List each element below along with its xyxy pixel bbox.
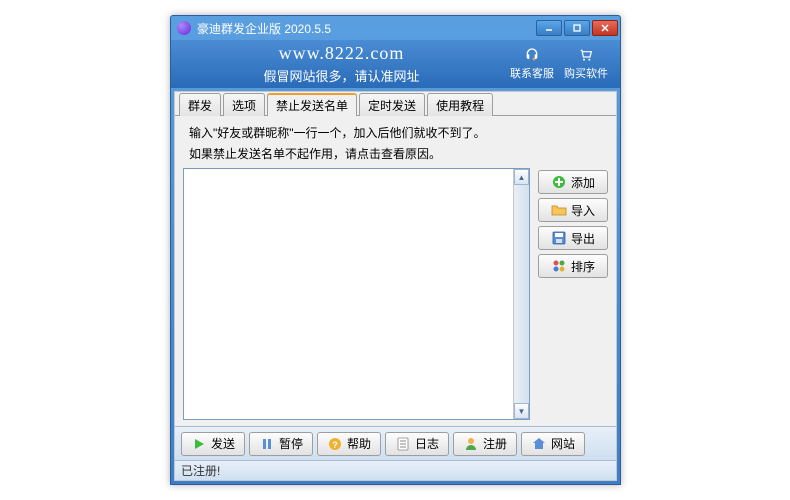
- website-button[interactable]: 网站: [521, 432, 585, 456]
- window-title: 豪迪群发企业版 2020.5.5: [197, 20, 536, 37]
- mid-row: ▲ ▼ 添加: [183, 168, 608, 420]
- header-banner: www.8222.com 假冒网站很多，请认准网址 联系客服 购买软件: [171, 40, 620, 88]
- tab-content: 输入"好友或群昵称"一行一个，加入后他们就收不到了。 如果禁止发送名单不起作用，…: [175, 116, 616, 426]
- sort-icon: [551, 258, 567, 274]
- tab-bar: 群发 选项 禁止发送名单 定时发送 使用教程: [175, 92, 616, 116]
- window-controls: [536, 20, 618, 36]
- titlebar[interactable]: 豪迪群发企业版 2020.5.5: [171, 16, 620, 40]
- minimize-button[interactable]: [536, 20, 562, 36]
- tab-schedule[interactable]: 定时发送: [359, 93, 425, 116]
- pause-icon: [259, 436, 275, 452]
- contact-support-label: 联系客服: [510, 65, 554, 81]
- pause-button[interactable]: 暂停: [249, 432, 313, 456]
- scroll-down-button[interactable]: ▼: [514, 403, 529, 419]
- scroll-track[interactable]: [514, 185, 529, 403]
- register-button[interactable]: 注册: [453, 432, 517, 456]
- headset-icon: [524, 47, 540, 63]
- brand-block: www.8222.com 假冒网站很多，请认准网址: [183, 43, 500, 85]
- play-icon: [191, 436, 207, 452]
- instruction-line-2: 如果禁止发送名单不起作用，请点击查看原因。: [189, 147, 608, 162]
- maximize-button[interactable]: [564, 20, 590, 36]
- app-icon: [177, 21, 191, 35]
- client-area: 群发 选项 禁止发送名单 定时发送 使用教程 输入"好友或群昵称"一行一个，加入…: [174, 91, 617, 481]
- tab-send[interactable]: 群发: [179, 93, 221, 116]
- buy-software-label: 购买软件: [564, 65, 608, 81]
- sort-button-label: 排序: [571, 258, 595, 275]
- add-button[interactable]: 添加: [538, 170, 608, 194]
- brand-tagline: 假冒网站很多，请认准网址: [183, 66, 500, 85]
- contact-support-button[interactable]: 联系客服: [510, 47, 554, 81]
- add-icon: [551, 174, 567, 190]
- pause-button-label: 暂停: [279, 435, 303, 452]
- tab-options[interactable]: 选项: [223, 93, 265, 116]
- help-button[interactable]: ? 帮助: [317, 432, 381, 456]
- home-icon: [531, 436, 547, 452]
- send-button-label: 发送: [211, 435, 235, 452]
- scroll-up-button[interactable]: ▲: [514, 169, 529, 185]
- folder-open-icon: [551, 202, 567, 218]
- cart-icon: [578, 47, 594, 63]
- textarea-scrollbar[interactable]: ▲ ▼: [513, 169, 529, 419]
- add-button-label: 添加: [571, 174, 595, 191]
- log-button-label: 日志: [415, 435, 439, 452]
- tab-blocklist[interactable]: 禁止发送名单: [267, 93, 357, 116]
- instruction-line-1: 输入"好友或群昵称"一行一个，加入后他们就收不到了。: [189, 126, 608, 141]
- help-icon: ?: [327, 436, 343, 452]
- blocklist-textarea-wrap: ▲ ▼: [183, 168, 530, 420]
- import-button[interactable]: 导入: [538, 198, 608, 222]
- website-button-label: 网站: [551, 435, 575, 452]
- tab-tutorial[interactable]: 使用教程: [427, 93, 493, 116]
- close-button[interactable]: [592, 20, 618, 36]
- export-button[interactable]: 导出: [538, 226, 608, 250]
- log-button[interactable]: 日志: [385, 432, 449, 456]
- svg-text:?: ?: [332, 440, 338, 450]
- send-button[interactable]: 发送: [181, 432, 245, 456]
- status-text: 已注册!: [181, 462, 220, 479]
- brand-url: www.8222.com: [183, 43, 500, 64]
- blocklist-textarea[interactable]: [184, 169, 513, 419]
- export-button-label: 导出: [571, 230, 595, 247]
- status-bar: 已注册!: [175, 460, 616, 480]
- disk-icon: [551, 230, 567, 246]
- side-button-group: 添加 导入 导出: [538, 168, 608, 420]
- user-icon: [463, 436, 479, 452]
- log-icon: [395, 436, 411, 452]
- register-button-label: 注册: [483, 435, 507, 452]
- help-button-label: 帮助: [347, 435, 371, 452]
- sort-button[interactable]: 排序: [538, 254, 608, 278]
- bottom-toolbar: 发送 暂停 ? 帮助 日志 注册 网站: [175, 426, 616, 460]
- app-window: 豪迪群发企业版 2020.5.5 www.8222.com 假冒网站很多，请认准…: [170, 15, 621, 485]
- buy-software-button[interactable]: 购买软件: [564, 47, 608, 81]
- import-button-label: 导入: [571, 202, 595, 219]
